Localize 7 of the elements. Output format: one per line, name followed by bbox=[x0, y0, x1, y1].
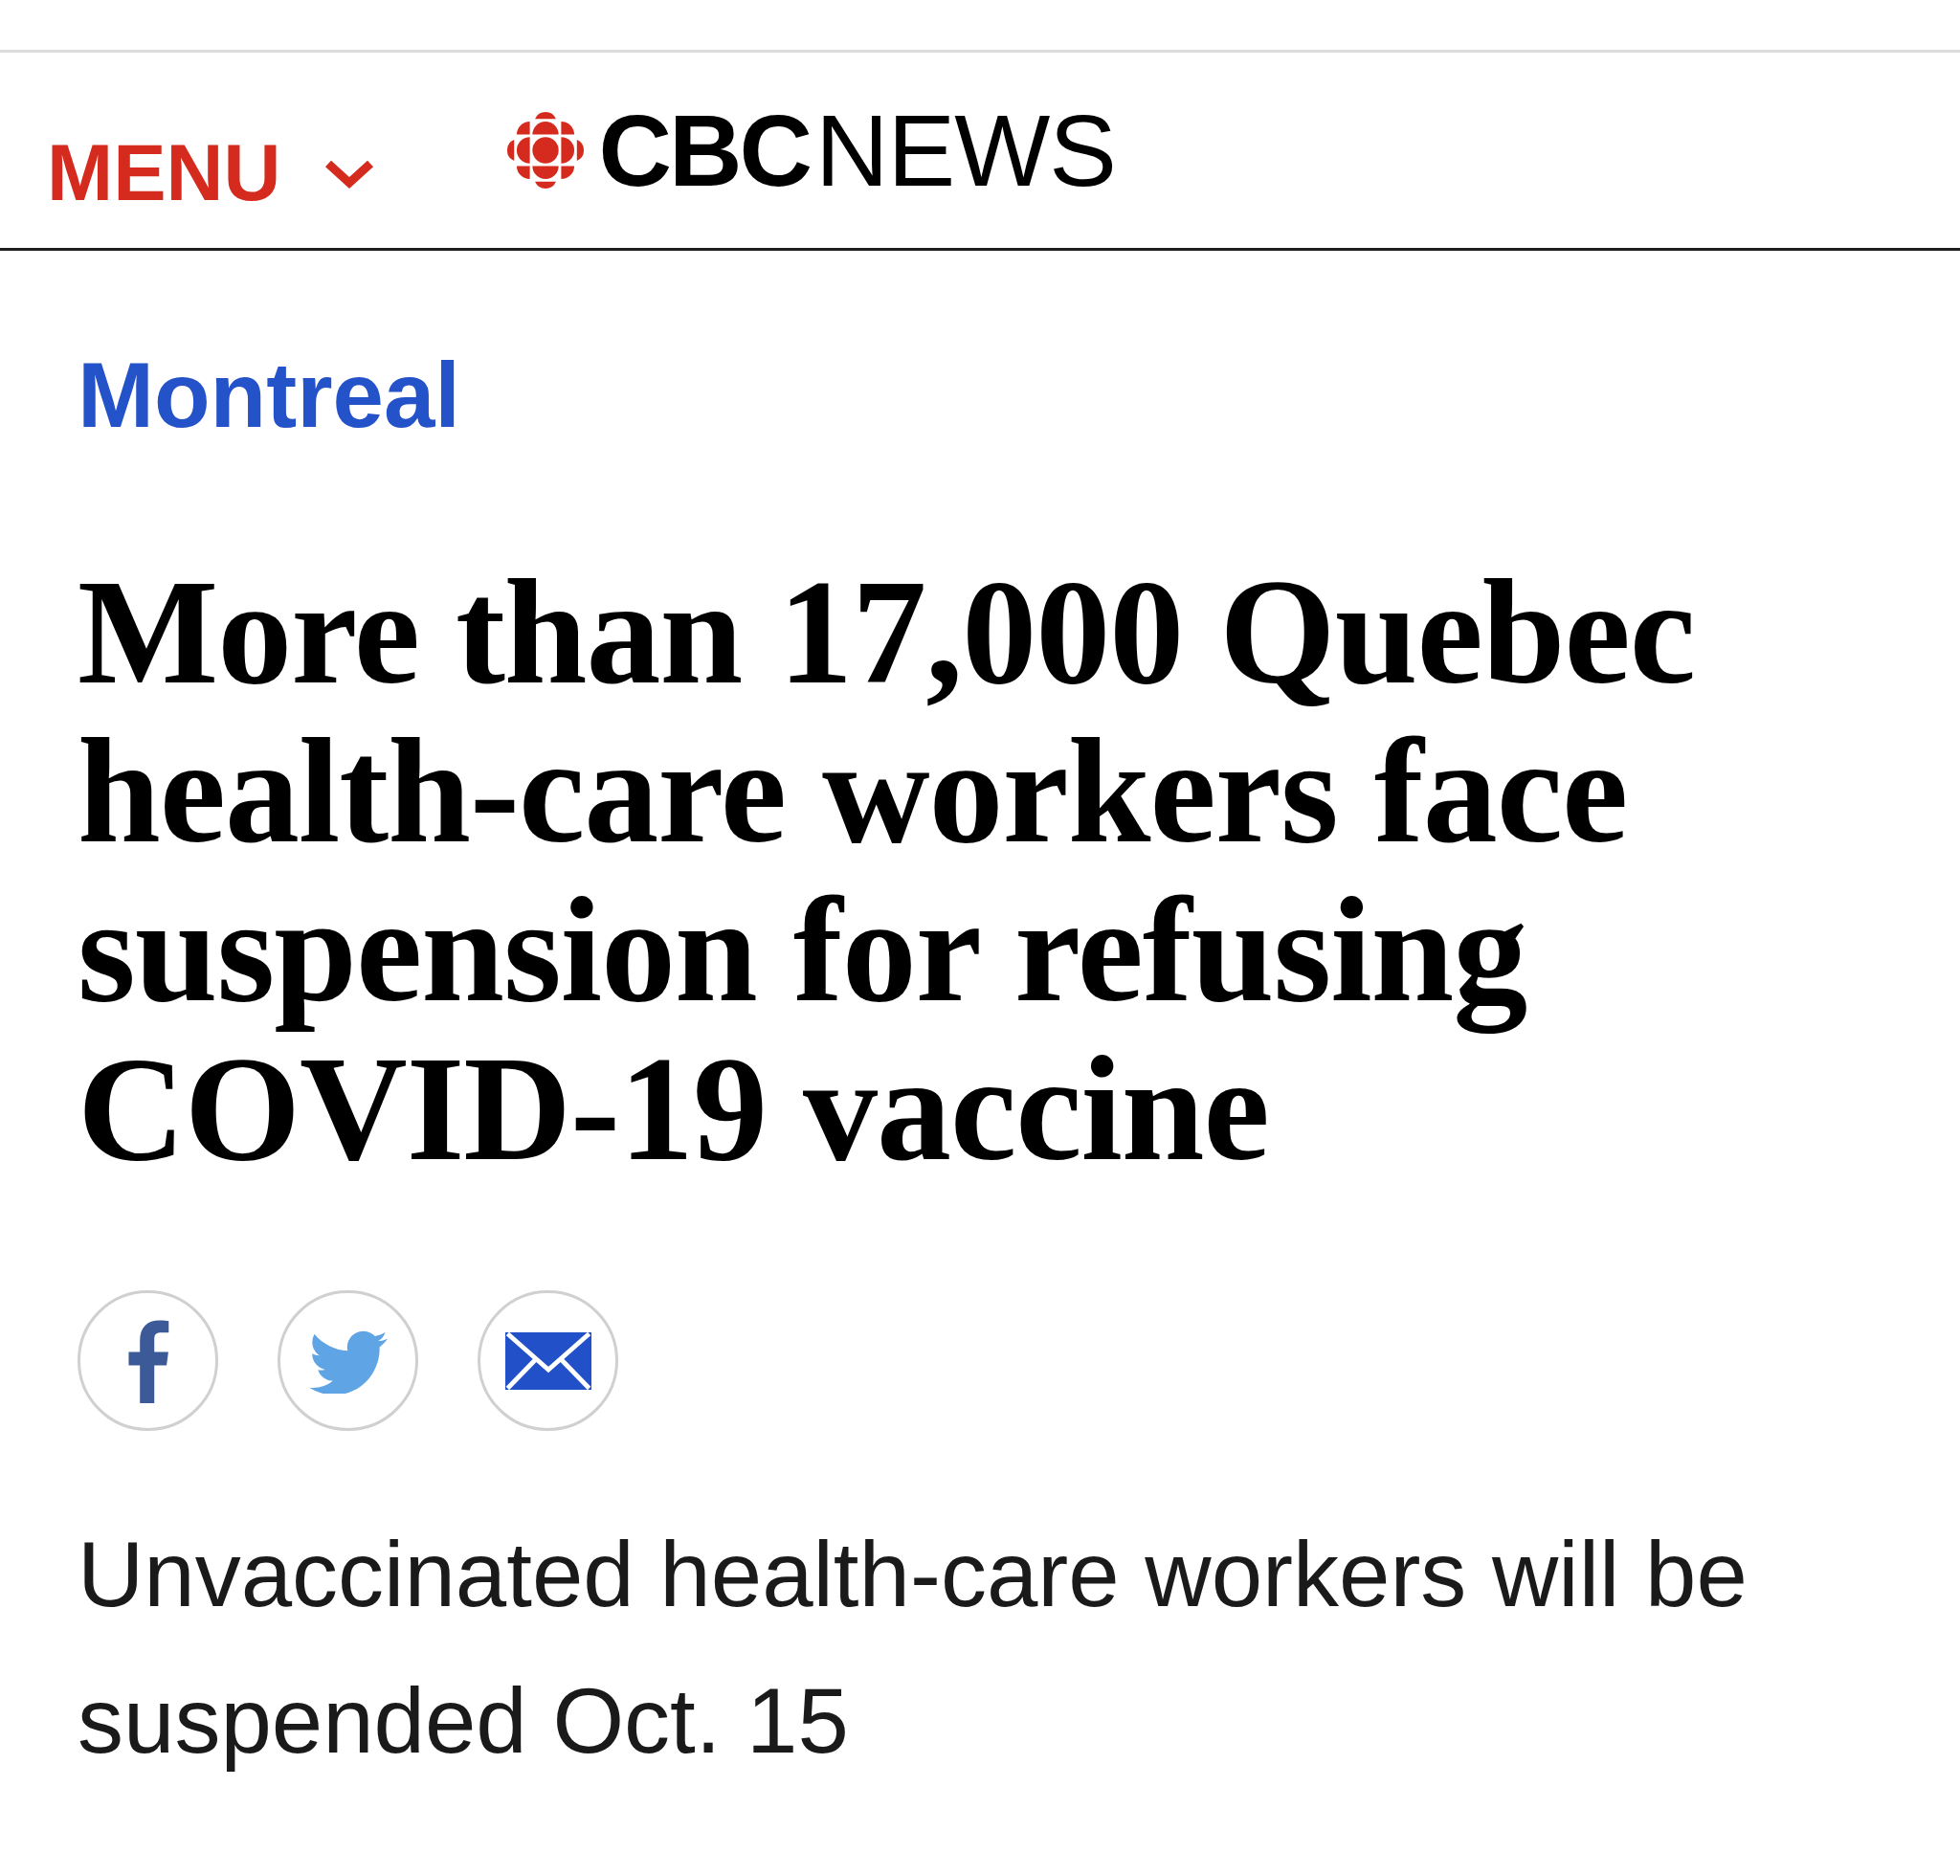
menu-button[interactable]: MENU bbox=[47, 132, 375, 212]
gem-logo-icon[interactable] bbox=[506, 111, 586, 190]
headline: More than 17,000 Quebec health-care workers face suspension for refusing COVID-19 vaccine bbox=[78, 553, 1696, 1189]
logo-wordmark[interactable]: CBCNEWS bbox=[598, 100, 1117, 201]
section-link[interactable]: Montreal bbox=[78, 340, 461, 450]
subheadline: Unvaccinated health-care workers will be suspended Oct. 15 bbox=[78, 1522, 1748, 1774]
envelope-icon bbox=[504, 1331, 591, 1390]
